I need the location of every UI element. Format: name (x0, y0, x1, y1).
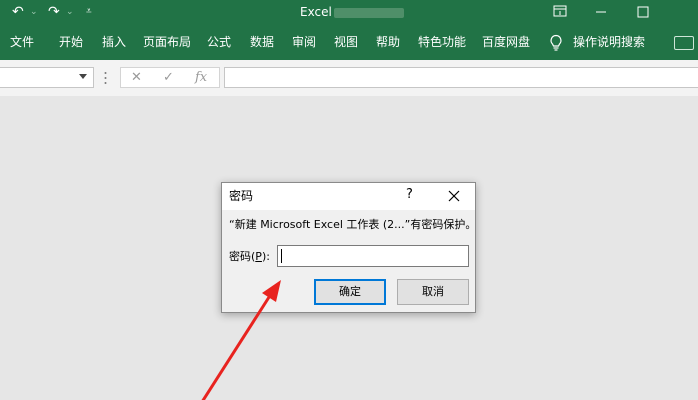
ok-button[interactable]: 确定 (314, 279, 386, 305)
tab-formulas[interactable]: 公式 (207, 34, 231, 50)
tab-file[interactable]: 文件 (10, 34, 34, 50)
lightbulb-icon[interactable] (548, 34, 564, 52)
password-label: 密码(P): (229, 250, 270, 264)
password-input[interactable] (277, 245, 469, 267)
dialog-title-bar: 密码 ? (222, 183, 475, 210)
formula-input[interactable] (224, 67, 698, 88)
resize-handle-icon[interactable] (104, 70, 107, 86)
insert-function-icon[interactable]: fx (195, 70, 207, 86)
chevron-down-icon[interactable] (79, 74, 87, 79)
formula-bar: ✕ ✓ fx (0, 60, 698, 96)
enter-icon[interactable]: ✓ (163, 70, 174, 86)
window-title-text: Excel (300, 5, 332, 19)
password-label-prefix: 密码( (229, 250, 256, 263)
tab-page-layout[interactable]: 页面布局 (143, 34, 191, 50)
ribbon-display-options-icon[interactable] (537, 0, 583, 24)
dialog-title: 密码 (229, 189, 254, 203)
customize-quick-access-icon[interactable]: ⩡ (86, 3, 92, 21)
comments-icon[interactable] (674, 36, 694, 50)
cancel-button[interactable]: 取消 (397, 279, 469, 305)
text-caret (281, 249, 282, 263)
password-label-suffix: ): (261, 250, 270, 263)
tab-review[interactable]: 审阅 (292, 34, 316, 50)
tab-home[interactable]: 开始 (59, 34, 83, 50)
password-label-accesskey: P (255, 250, 262, 263)
title-bar: ↶ ⌄ ↷ ⌄ ⩡ Excel (0, 0, 698, 24)
window-title: Excel (300, 4, 404, 20)
close-icon[interactable] (444, 187, 464, 205)
minimize-icon[interactable] (578, 0, 624, 24)
name-box[interactable] (0, 67, 94, 88)
redacted-filename (333, 7, 404, 18)
undo-icon[interactable]: ↶ (12, 3, 24, 21)
ribbon-tab-bar: 文件 开始 插入 页面布局 公式 数据 审阅 视图 帮助 特色功能 百度网盘 操… (0, 24, 698, 60)
tab-baidu-netdisk[interactable]: 百度网盘 (482, 34, 530, 50)
redo-dropdown-icon[interactable]: ⌄ (66, 3, 74, 21)
maximize-icon[interactable] (620, 0, 666, 24)
password-dialog: 密码 ? “新建 Microsoft Excel 工作表 (2...”有密码保护… (221, 182, 476, 313)
tab-insert[interactable]: 插入 (102, 34, 126, 50)
cancel-icon[interactable]: ✕ (131, 70, 142, 86)
tab-data[interactable]: 数据 (250, 34, 274, 50)
tab-help[interactable]: 帮助 (376, 34, 400, 50)
tab-view[interactable]: 视图 (334, 34, 358, 50)
formula-buttons: ✕ ✓ fx (120, 67, 220, 88)
undo-dropdown-icon[interactable]: ⌄ (30, 3, 38, 21)
tab-special-features[interactable]: 特色功能 (418, 34, 466, 50)
protection-message: “新建 Microsoft Excel 工作表 (2...”有密码保护。 (229, 218, 477, 231)
tell-me-search[interactable]: 操作说明搜索 (573, 34, 645, 50)
help-button[interactable]: ? (406, 187, 413, 203)
redo-icon[interactable]: ↷ (48, 3, 60, 21)
